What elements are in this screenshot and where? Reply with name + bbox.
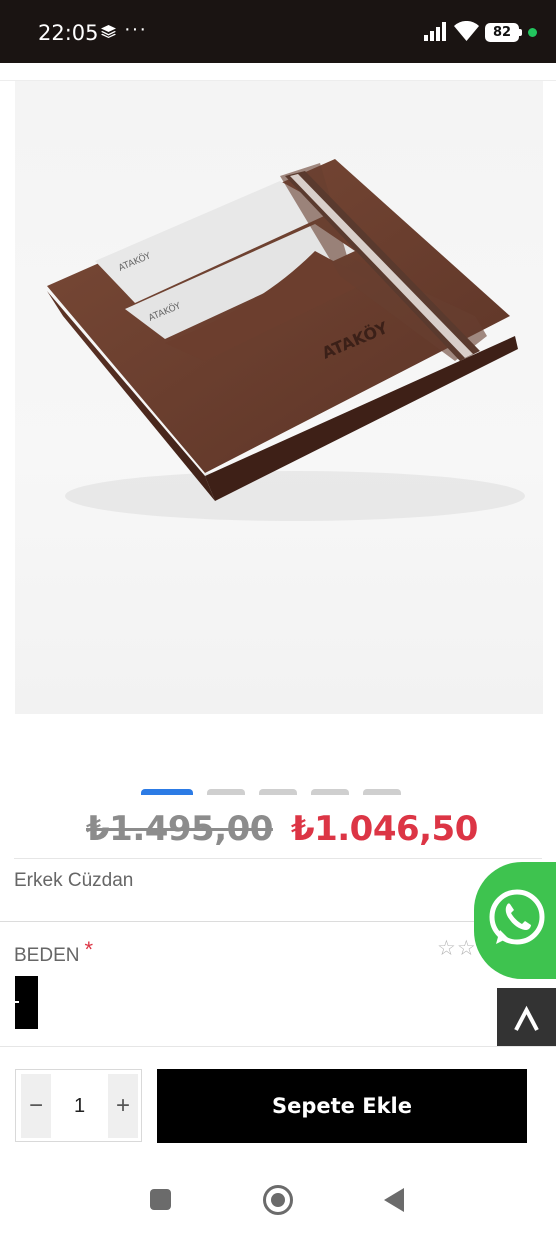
back-icon[interactable]: [384, 1188, 404, 1212]
size-option-mark: [15, 1001, 19, 1003]
system-nav-bar: [0, 1160, 556, 1235]
battery-tip: [519, 29, 522, 36]
home-icon-inner: [271, 1193, 285, 1207]
back-to-top-button[interactable]: [497, 988, 556, 1046]
whatsapp-icon: [489, 889, 545, 945]
size-label: BEDEN *: [14, 937, 93, 967]
old-price: ₺1.495,00: [86, 809, 273, 849]
divider: [0, 1046, 556, 1047]
required-star: *: [84, 937, 94, 962]
carousel-dot[interactable]: [363, 789, 401, 795]
whatsapp-button[interactable]: [474, 862, 556, 979]
more-dots-icon: ···: [124, 18, 147, 40]
product-category-link[interactable]: Erkek Cüzdan: [14, 870, 133, 892]
quantity-input[interactable]: [51, 1074, 108, 1138]
status-time: 22:05: [38, 21, 99, 45]
add-to-cart-button[interactable]: Sepete Ekle: [157, 1069, 527, 1143]
quantity-decrease-button[interactable]: −: [21, 1074, 51, 1138]
image-carousel-indicators: [141, 789, 401, 795]
sale-price: ₺1.046,50: [290, 809, 478, 849]
signal-icon: [424, 22, 448, 46]
divider: [14, 858, 542, 859]
chevron-up-icon: [514, 1005, 539, 1031]
status-bar: 22:05 ··· 82: [0, 0, 556, 63]
home-icon[interactable]: [263, 1185, 293, 1215]
carousel-dot[interactable]: [259, 789, 297, 795]
size-label-text: BEDEN: [14, 945, 80, 966]
carousel-dot[interactable]: [207, 789, 245, 795]
carousel-dot[interactable]: [141, 789, 193, 795]
carousel-dot[interactable]: [311, 789, 349, 795]
rating-stars[interactable]: ☆☆: [437, 936, 477, 960]
divider: [0, 921, 556, 922]
wifi-icon: [454, 20, 479, 46]
layers-icon: [101, 25, 116, 43]
quantity-increase-button[interactable]: +: [108, 1074, 138, 1138]
privacy-indicator-dot: [528, 28, 537, 37]
price-row: ₺1.495,00 ₺1.046,50: [86, 805, 478, 853]
quantity-stepper: − +: [15, 1069, 142, 1142]
battery-icon: 82: [485, 23, 519, 42]
recent-apps-icon[interactable]: [150, 1189, 171, 1210]
size-option[interactable]: [15, 976, 38, 1029]
product-image[interactable]: ATAKÖY ATAKÖY ATAKÖY: [15, 81, 543, 714]
